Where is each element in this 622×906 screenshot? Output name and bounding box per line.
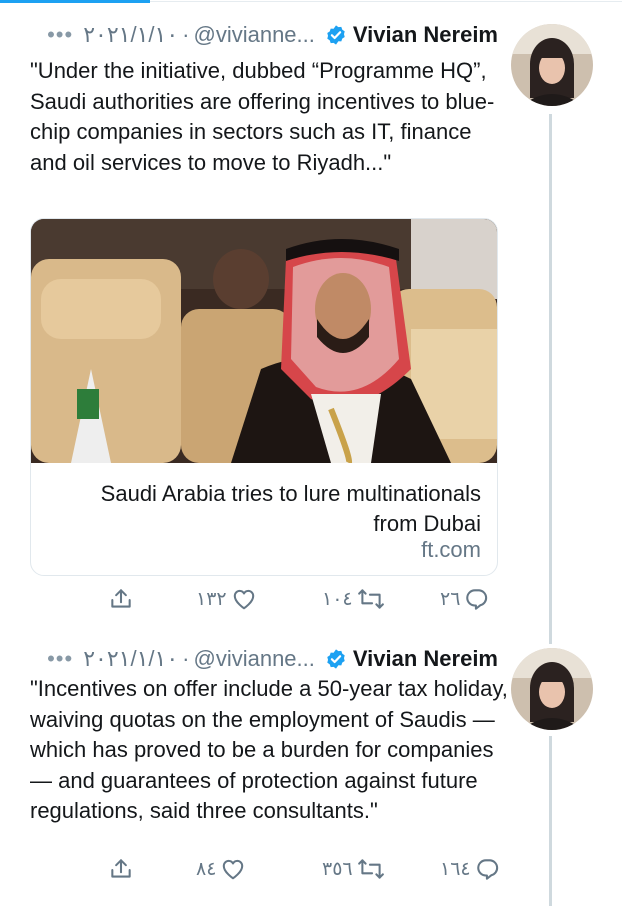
avatar[interactable] <box>511 648 593 730</box>
tweet-date[interactable]: ٢٠٢١/١/١٠ <box>83 22 178 48</box>
card-title: Saudi Arabia tries to lure multinational… <box>100 481 481 536</box>
author-name[interactable]: Vivian Nereim <box>353 646 498 672</box>
retweet-count: ١٠٤ <box>322 588 353 610</box>
like-count: ١٣٢ <box>196 588 227 610</box>
heart-icon <box>220 856 246 882</box>
tweet-text: "Under the initiative, dubbed “Programme… <box>30 58 495 175</box>
separator-dot: · <box>182 22 190 47</box>
reply-icon <box>475 856 501 882</box>
verified-badge-icon <box>325 648 347 670</box>
more-dots-icon[interactable]: ••• <box>47 22 73 48</box>
separator-dot: · <box>182 646 190 671</box>
link-card[interactable]: Saudi Arabia tries to lure multinational… <box>30 218 498 576</box>
retweet-button[interactable]: ٣٥٦ <box>322 856 385 882</box>
retweet-icon <box>357 856 385 882</box>
tweet-actions: ١٣٢ ١٠٤ ٢٦ <box>0 580 622 620</box>
heart-icon <box>231 586 257 612</box>
reply-icon <box>464 586 490 612</box>
tweet-header: ••• ٢٠٢١/١/١٠ · @vivianne... Vivian Nere… <box>47 644 498 674</box>
retweet-button[interactable]: ١٠٤ <box>322 586 385 612</box>
author-handle[interactable]: @vivianne... <box>193 22 314 48</box>
tweet-actions: ٨٤ ٣٥٦ ١٦٤ <box>0 850 622 890</box>
reply-button[interactable]: ٢٦ <box>440 586 490 612</box>
verified-badge-icon <box>325 24 347 46</box>
card-domain: ft.com <box>421 537 481 562</box>
tweet-date[interactable]: ٢٠٢١/١/١٠ <box>83 646 178 672</box>
avatar[interactable] <box>511 24 593 106</box>
like-button[interactable]: ٨٤ <box>196 856 246 882</box>
thread-line <box>549 114 552 644</box>
tweet-header: ••• ٢٠٢١/١/١٠ · @vivianne... Vivian Nere… <box>47 20 498 50</box>
more-dots-icon[interactable]: ••• <box>47 646 73 672</box>
share-icon <box>108 856 134 882</box>
retweet-icon <box>357 586 385 612</box>
reply-count: ١٦٤ <box>440 858 471 880</box>
retweet-count: ٣٥٦ <box>322 858 353 880</box>
reply-count: ٢٦ <box>440 588 461 610</box>
like-button[interactable]: ١٣٢ <box>196 586 257 612</box>
author-handle[interactable]: @vivianne... <box>193 646 314 672</box>
tweet[interactable]: ••• ٢٠٢١/١/١٠ · @vivianne... Vivian Nere… <box>0 628 622 906</box>
card-image <box>31 219 497 463</box>
like-count: ٨٤ <box>196 858 217 880</box>
author-name[interactable]: Vivian Nereim <box>353 22 498 48</box>
share-icon <box>108 586 134 612</box>
tweet[interactable]: ••• ٢٠٢١/١/١٠ · @vivianne... Vivian Nere… <box>0 0 622 644</box>
reply-button[interactable]: ١٦٤ <box>440 856 501 882</box>
share-button[interactable] <box>108 856 134 882</box>
tweet-text: "Incentives on offer include a 50-year t… <box>30 676 508 823</box>
share-button[interactable] <box>108 586 134 612</box>
